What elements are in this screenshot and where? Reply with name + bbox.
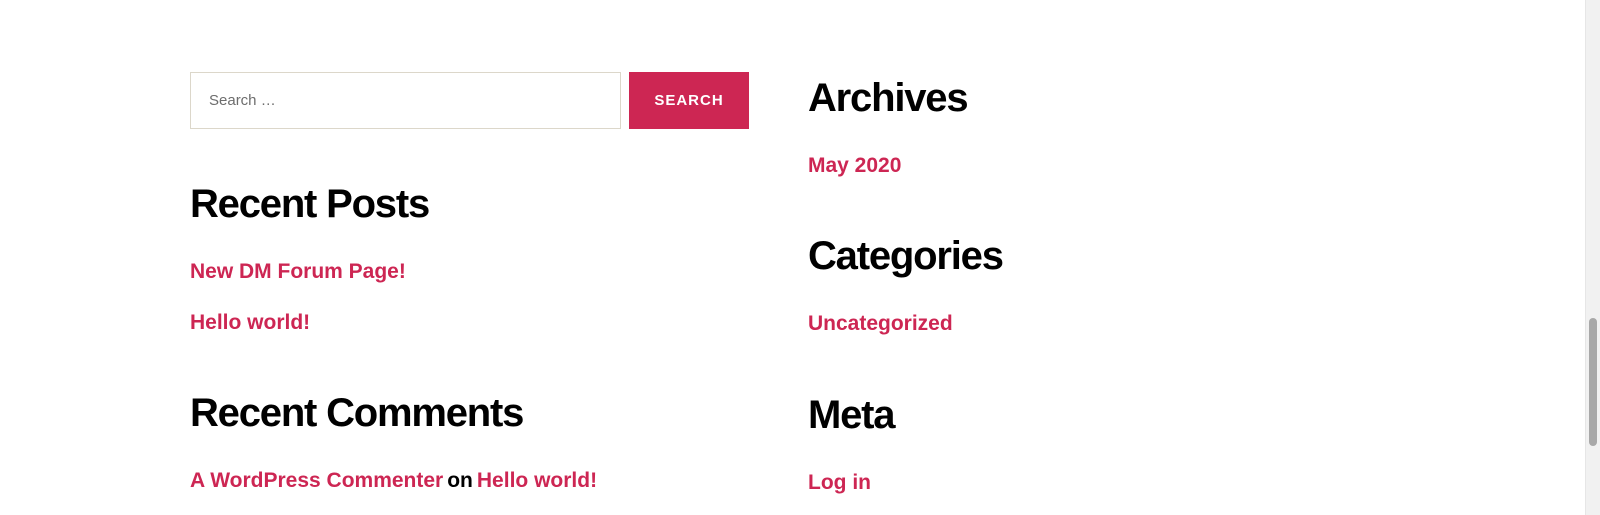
recent-post-link[interactable]: Hello world! — [190, 312, 310, 333]
search-form: Search — [190, 72, 749, 130]
recent-post-link[interactable]: New DM Forum Page! — [190, 261, 406, 282]
scrollbar-thumb[interactable] — [1589, 318, 1597, 446]
comment-post-link[interactable]: Hello world! — [477, 469, 597, 492]
recent-posts-title: Recent Posts — [190, 182, 430, 226]
scrollbar[interactable] — [1585, 0, 1600, 515]
archives-title: Archives — [808, 76, 969, 120]
recent-comments-title: Recent Comments — [190, 391, 524, 435]
comment-author-link[interactable]: A WordPress Commenter — [190, 469, 443, 492]
category-link[interactable]: Uncategorized — [808, 313, 953, 334]
page: Search Recent Posts New DM Forum Page! H… — [0, 0, 1600, 515]
categories-title: Categories — [808, 234, 1004, 278]
meta-title: Meta — [808, 393, 896, 437]
search-button[interactable]: Search — [629, 72, 749, 129]
archive-link[interactable]: May 2020 — [808, 155, 901, 176]
login-link[interactable]: Log in — [808, 472, 871, 493]
search-input[interactable] — [190, 72, 621, 129]
recent-comment-item: A WordPress Commenter on Hello world! — [190, 470, 597, 491]
comment-connector: on — [447, 469, 473, 492]
